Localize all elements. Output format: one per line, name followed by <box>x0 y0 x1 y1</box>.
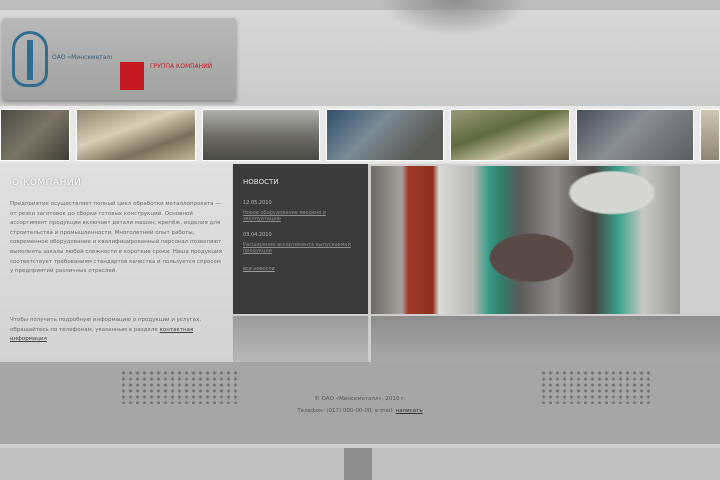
machinery-photo <box>371 166 680 314</box>
partner-logo-icon[interactable] <box>120 62 144 90</box>
about-heading: О КОМПАНИИ <box>12 178 82 188</box>
header-band: ОАО «Минскметалл» ГРУППА КОМПАНИЙ <box>0 0 720 108</box>
photo-footer-bar <box>371 316 720 362</box>
logo-text: ОАО «Минскметалл» <box>52 54 112 61</box>
news-panel: НОВОСТИ 12.05.2010 Новое оборудование вв… <box>233 164 368 314</box>
partner-logo-text: ГРУППА КОМПАНИЙ <box>150 63 213 70</box>
news-date: 03.04.2010 <box>243 232 272 238</box>
photo-margin <box>682 164 720 314</box>
news-item[interactable]: 03.04.2010 Расширение ассортимента выпус… <box>243 232 363 254</box>
gallery-thumbnail[interactable] <box>0 109 70 161</box>
news-title-link[interactable]: Новое оборудование введено в эксплуатаци… <box>243 210 363 222</box>
news-item[interactable]: 12.05.2010 Новое оборудование введено в … <box>243 200 363 222</box>
company-logo-icon[interactable] <box>12 31 48 87</box>
footer-contact: Телефон: (017) 000-00-00, e-mail: написа… <box>0 408 720 414</box>
news-date: 12.05.2010 <box>243 200 272 206</box>
news-footer-bar <box>233 316 368 362</box>
main-content: О КОМПАНИИ Предприятие осуществляет полн… <box>0 164 720 362</box>
news-heading: НОВОСТИ <box>243 178 279 186</box>
all-news-link[interactable]: все новости <box>243 266 275 272</box>
gallery-thumbnail[interactable] <box>326 109 444 161</box>
about-section: О КОМПАНИИ Предприятие осуществляет полн… <box>0 164 232 362</box>
gallery-thumbnail[interactable] <box>450 109 570 161</box>
about-paragraph: Предприятие осуществляет полный цикл обр… <box>10 201 222 275</box>
copyright-text: © ОАО «Минскметалл», 2010 г. <box>314 396 406 402</box>
email-link[interactable]: написать <box>396 408 423 414</box>
logo-panel[interactable]: ОАО «Минскметалл» ГРУППА КОМПАНИЙ <box>2 18 236 100</box>
gallery-thumbnail[interactable] <box>576 109 694 161</box>
contact-text: Телефон: (017) 000-00-00, e-mail: <box>297 408 394 414</box>
page-footer: © ОАО «Минскметалл», 2010 г. Телефон: (0… <box>0 362 720 480</box>
gallery-thumbnail[interactable] <box>202 109 320 161</box>
gallery-thumbnail[interactable] <box>700 109 720 161</box>
about-paragraph-contact: Чтобы получить подробную информацию о пр… <box>10 316 222 345</box>
paint-decoration <box>380 0 530 36</box>
photo-gallery-strip <box>0 106 720 164</box>
gallery-thumbnail[interactable] <box>76 109 196 161</box>
news-title-link[interactable]: Расширение ассортимента выпускаемой прод… <box>243 242 363 254</box>
paint-decoration <box>344 448 372 480</box>
